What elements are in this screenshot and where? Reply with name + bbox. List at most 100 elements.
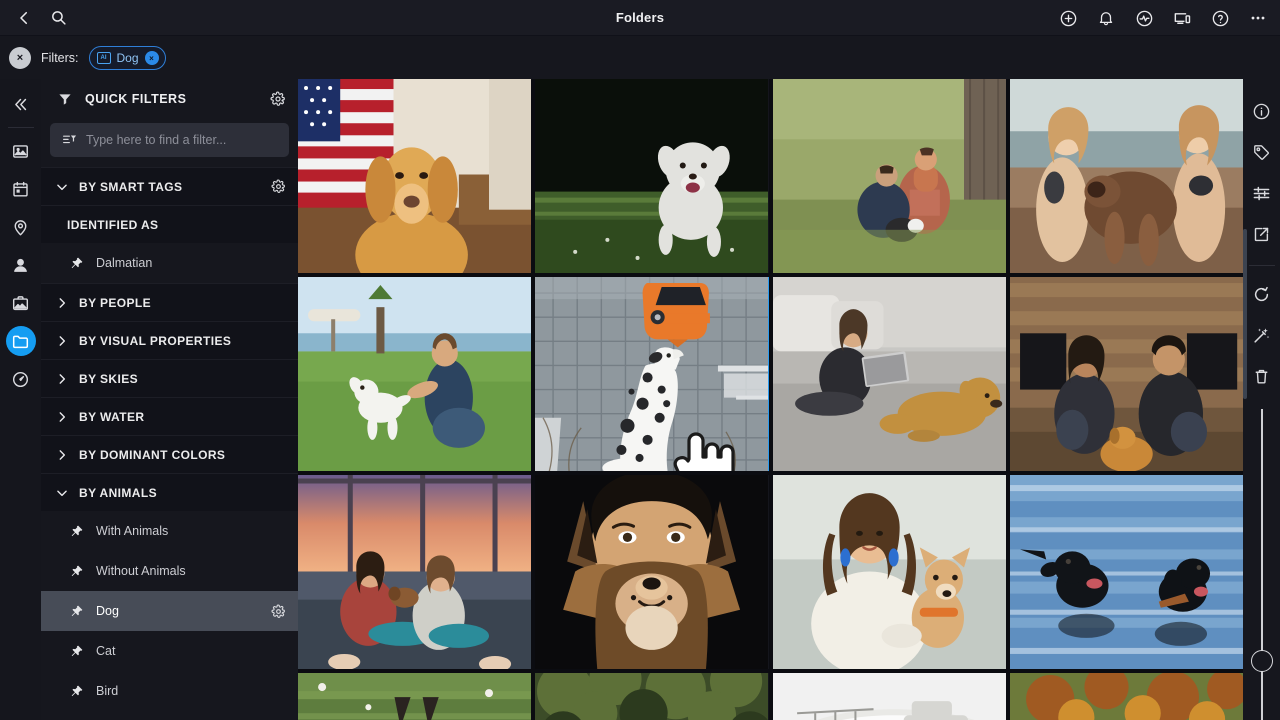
gear-icon[interactable]: [271, 603, 286, 619]
pin-icon[interactable]: [69, 256, 84, 271]
filter-search-wrapper: Type here to find a filter...: [41, 119, 298, 167]
photo-two-black-dogs-water[interactable]: [1009, 475, 1243, 669]
filter-subheader-label: IDENTIFIED AS: [67, 217, 159, 232]
filter-item-dog[interactable]: Dog: [41, 591, 298, 631]
filter-item-dalmatian[interactable]: Dalmatian: [41, 243, 298, 283]
chevron-right-icon: [55, 334, 69, 348]
filter-search-input[interactable]: Type here to find a filter...: [50, 123, 289, 157]
active-filters-bar: × Filters: AI Dog ×: [0, 37, 1280, 79]
filter-group-by-water[interactable]: BY WATER: [41, 397, 298, 435]
filter-group-label: BY SMART TAGS: [79, 179, 183, 194]
sidebar-item-photos[interactable]: [6, 136, 36, 166]
grid-scrollbar-track[interactable]: [1243, 79, 1247, 720]
filter-list-icon: [62, 133, 78, 147]
funnel-icon: [57, 91, 73, 107]
quick-filters-title: QUICK FILTERS: [85, 92, 187, 106]
filter-group-label: BY DOMINANT COLORS: [79, 447, 226, 462]
left-nav-rail: [0, 79, 41, 720]
chevron-right-icon: [55, 448, 69, 462]
filter-group-label: BY WATER: [79, 409, 145, 424]
search-icon[interactable]: [44, 4, 72, 32]
photo-two-women-boxer-dog[interactable]: [1009, 79, 1243, 273]
filter-search-placeholder: Type here to find a filter...: [86, 133, 227, 147]
filter-group-label: BY VISUAL PROPERTIES: [79, 333, 232, 348]
pin-icon[interactable]: [69, 604, 84, 619]
filter-group-by-people[interactable]: BY PEOPLE: [41, 283, 298, 321]
filter-chip-remove-icon[interactable]: ×: [144, 51, 159, 65]
photo-woman-laptop-dog-bed[interactable]: [772, 277, 1006, 471]
add-circle-icon[interactable]: [1054, 4, 1082, 32]
photo-german-shepherd-face[interactable]: [535, 475, 769, 669]
top-bar-left-group: [0, 4, 72, 32]
filter-item-with-animals[interactable]: With Animals: [41, 511, 298, 551]
filter-chip-label: Dog: [116, 51, 139, 65]
adjust-sliders-icon[interactable]: [1248, 179, 1276, 207]
top-bar-right-group: [1054, 0, 1272, 36]
zoom-slider-handle[interactable]: [1250, 650, 1273, 672]
more-options-icon[interactable]: [1244, 4, 1272, 32]
activity-circle-icon[interactable]: [1130, 4, 1158, 32]
pin-icon[interactable]: [69, 564, 84, 579]
pin-icon[interactable]: [69, 644, 84, 659]
photo-couple-couch-sunset[interactable]: [298, 475, 532, 669]
ai-tag-icon: AI: [96, 52, 111, 64]
sidebar-item-dashboard[interactable]: [6, 364, 36, 394]
filter-group-label: BY PEOPLE: [79, 295, 152, 310]
filter-chip-dog[interactable]: AI Dog ×: [88, 46, 166, 70]
sidebar-item-albums[interactable]: [6, 288, 36, 318]
photo-man-white-dog-lawn[interactable]: [298, 277, 532, 471]
filter-group-label: BY ANIMALS: [79, 485, 158, 500]
collapse-sidebar-icon[interactable]: [6, 89, 36, 119]
photo-dog-autumn-field[interactable]: [1009, 673, 1243, 720]
devices-icon[interactable]: [1168, 4, 1196, 32]
trash-icon[interactable]: [1248, 362, 1276, 390]
filter-item-bird[interactable]: Bird: [41, 671, 298, 711]
sidebar-item-folders[interactable]: [5, 326, 36, 356]
info-icon[interactable]: [1248, 97, 1276, 125]
pin-icon[interactable]: [69, 524, 84, 539]
chevron-right-icon: [55, 410, 69, 424]
photo-forest-trees[interactable]: [535, 673, 769, 720]
filter-item-label: With Animals: [96, 524, 169, 538]
back-icon[interactable]: [10, 4, 38, 32]
photo-golden-retriever-flag[interactable]: [298, 79, 532, 273]
filter-group-by-smart-tags[interactable]: BY SMART TAGS: [41, 167, 298, 205]
magic-wand-icon[interactable]: [1248, 321, 1276, 349]
clear-filters-button[interactable]: ×: [9, 47, 31, 69]
filter-group-by-dominant-colors[interactable]: BY DOMINANT COLORS: [41, 435, 298, 473]
sidebar-item-places[interactable]: [6, 212, 36, 242]
sidebar-item-people[interactable]: [6, 250, 36, 280]
rail-divider: [7, 127, 34, 128]
filter-group-by-visual-properties[interactable]: BY VISUAL PROPERTIES: [41, 321, 298, 359]
filter-item-label: Dalmatian: [96, 256, 153, 270]
right-rail-divider: [1248, 265, 1275, 266]
photo-grid[interactable]: Jushua: [298, 79, 1243, 720]
chevron-right-icon: [55, 296, 69, 310]
filter-item-label: Cat: [96, 644, 116, 658]
photo-dalmatian-statue-car[interactable]: [535, 277, 769, 471]
photo-white-boat[interactable]: Jushua: [772, 673, 1006, 720]
filter-group-by-animals[interactable]: BY ANIMALS: [41, 473, 298, 511]
gear-icon[interactable]: [270, 91, 286, 107]
grid-scrollbar-thumb[interactable]: [1243, 229, 1247, 399]
photo-woman-holding-chihuahua[interactable]: [772, 475, 1006, 669]
rotate-icon[interactable]: [1248, 280, 1276, 308]
photo-couple-field-dog[interactable]: [772, 79, 1006, 273]
gear-icon[interactable]: [271, 179, 286, 194]
filter-item-without-animals[interactable]: Without Animals: [41, 551, 298, 591]
help-circle-icon[interactable]: [1206, 4, 1234, 32]
filter-item-label: Without Animals: [96, 564, 186, 578]
tag-icon[interactable]: [1248, 138, 1276, 166]
photo-dogs-in-grass[interactable]: [298, 673, 532, 720]
filter-item-cat[interactable]: Cat: [41, 631, 298, 671]
bell-icon[interactable]: [1092, 4, 1120, 32]
photo-white-poodle-running[interactable]: [535, 79, 769, 273]
pin-icon[interactable]: [69, 684, 84, 699]
filter-group-by-skies[interactable]: BY SKIES: [41, 359, 298, 397]
chevron-down-icon: [55, 486, 69, 500]
sidebar-item-calendar[interactable]: [6, 174, 36, 204]
photo-manager-window: Folders × Filters: AI Dog × QUICK FILTER…: [0, 0, 1280, 720]
export-icon[interactable]: [1248, 220, 1276, 248]
photo-couple-studio-dog[interactable]: [1009, 277, 1243, 471]
zoom-slider-track[interactable]: [1250, 409, 1273, 720]
